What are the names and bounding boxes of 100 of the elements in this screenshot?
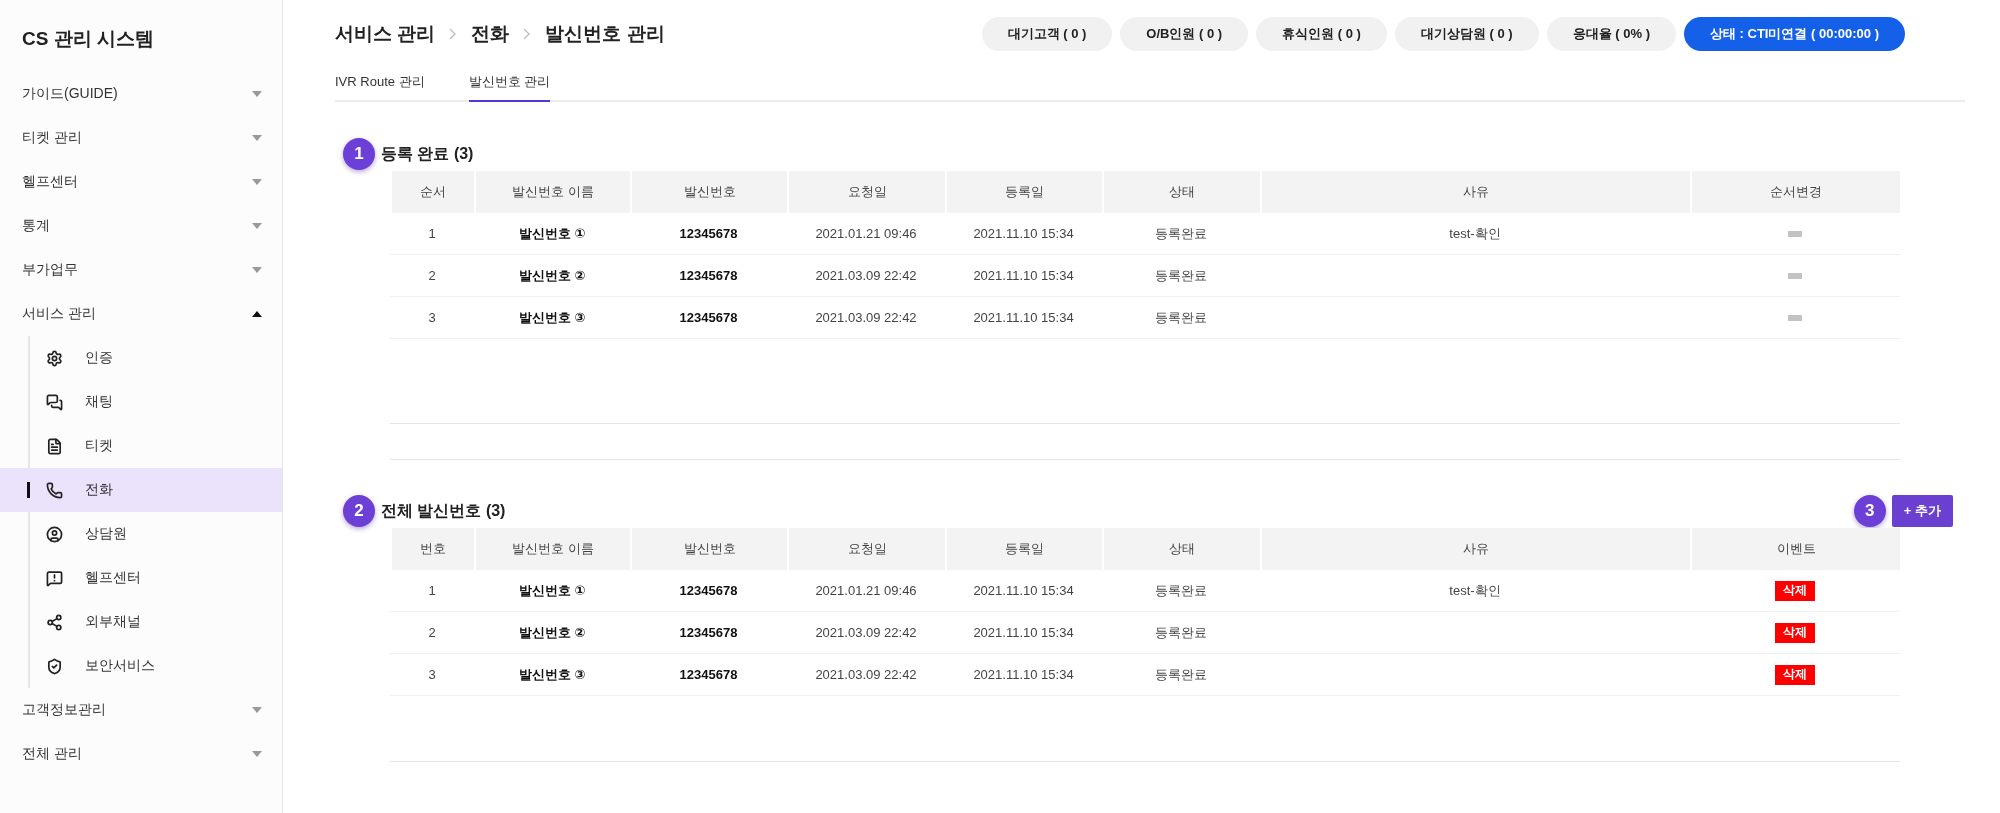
caret-down-icon [252,267,262,273]
number-cell: 12345678 [679,268,738,283]
drag-handle-icon[interactable] [1788,314,1802,321]
order-cell: 3 [428,667,436,682]
column-header: 요청일 [787,171,945,213]
section-title: 전체 발신번호 (3) [381,500,506,521]
drag-handle-icon[interactable] [1788,272,1802,279]
order-cell: 3 [428,310,436,325]
status-cell: 등록완료 [1155,665,1207,684]
number-cell: 12345678 [679,667,738,682]
step-number: 2 [343,495,375,527]
delete-button[interactable]: 삭제 [1775,580,1815,601]
register-date-cell: 2021.11.10 15:34 [973,310,1074,325]
step-number: 3 [1853,495,1886,527]
stat-pill: O/B인원 ( 0 ) [1120,17,1249,51]
delete-button[interactable]: 삭제 [1775,622,1815,643]
request-date-cell: 2021.01.21 09:46 [815,583,917,598]
chat-bubbles-icon [46,393,63,411]
number-cell: 12345678 [679,310,738,325]
chevron-right-icon [449,28,458,40]
status-cell: 등록완료 [1155,581,1207,600]
column-header: 순서변경 [1690,171,1900,213]
name-cell: 발신번호 ③ [518,308,586,327]
name-cell: 발신번호 ② [518,623,586,642]
chevron-right-icon [523,28,532,40]
status-cell: 등록완료 [1155,224,1207,243]
step-number: 1 [343,138,375,170]
status-cell: 등록완료 [1155,266,1207,285]
register-date-cell: 2021.11.10 15:34 [973,583,1074,598]
breadcrumb-item: 발신번호 관리 [545,22,665,46]
name-cell: 발신번호 ② [518,266,586,285]
column-header: 발신번호 [630,171,787,213]
order-cell: 1 [428,226,436,241]
request-date-cell: 2021.01.21 09:46 [815,226,917,241]
caret-down-icon [252,91,262,97]
breadcrumb-item: 전화 [471,22,510,46]
stat-pill: 대기상담원 ( 0 ) [1394,17,1539,51]
name-cell: 발신번호 ① [518,581,586,600]
tab[interactable]: 발신번호 관리 [468,61,551,102]
sidebar-item[interactable]: 가이드(GUIDE) [0,72,282,116]
column-header: 번호 [390,528,474,570]
caret-down-icon [252,223,262,229]
shield-icon [46,657,63,675]
delete-button[interactable]: 삭제 [1775,664,1815,685]
document-icon [46,437,63,455]
order-cell: 1 [428,583,436,598]
order-cell: 2 [428,268,436,283]
number-cell: 12345678 [679,226,738,241]
section-title: 등록 완료 (3) [381,143,474,164]
register-date-cell: 2021.11.10 15:34 [973,667,1074,682]
caret-down-icon [252,179,262,185]
column-header: 등록일 [945,171,1102,213]
register-date-cell: 2021.11.10 15:34 [973,268,1074,283]
sidebar-item[interactable]: 통계 [0,204,282,248]
sidebar-item[interactable]: 서비스 관리 [0,292,282,336]
tab[interactable]: IVR Route 관리 [335,61,425,102]
sidebar-subitem[interactable]: 채팅 [0,380,282,424]
sidebar-subitem[interactable]: 전화 [0,468,282,512]
breadcrumb-item: 서비스 관리 [335,22,436,46]
sidebar-item[interactable]: 전체 관리 [0,732,282,776]
reason-cell: test-확인 [1449,581,1501,600]
sidebar-subitem[interactable]: 헬프센터 [0,556,282,600]
stat-pill: 응대율 ( 0% ) [1546,17,1676,51]
sidebar-item[interactable]: 고객정보관리 [0,688,282,732]
add-button[interactable]: + 추가 [1891,495,1953,527]
column-header: 사유 [1260,528,1690,570]
column-header: 발신번호 이름 [474,528,630,570]
register-date-cell: 2021.11.10 15:34 [973,625,1074,640]
register-date-cell: 2021.11.10 15:34 [973,226,1074,241]
stat-pill: 대기고객 ( 0 ) [981,17,1113,51]
number-cell: 12345678 [679,625,738,640]
phone-icon [46,481,63,499]
stat-pill: 휴식인원 ( 0 ) [1256,17,1387,51]
sidebar-subitem[interactable]: 티켓 [0,424,282,468]
caret-down-icon [252,707,262,713]
sidebar-item[interactable]: 부가업무 [0,248,282,292]
sidebar-subitem[interactable]: 보안서비스 [0,644,282,688]
sidebar-item[interactable]: 티켓 관리 [0,116,282,160]
status-cell: 등록완료 [1155,308,1207,327]
request-date-cell: 2021.03.09 22:42 [815,310,917,325]
sidebar-subitem[interactable]: 상담원 [0,512,282,556]
status-badge: 상태 : CTI미연결 ( 00:00:00 ) [1683,17,1905,51]
app-title: CS 관리 시스템 [21,27,155,51]
column-header: 상태 [1102,171,1260,213]
request-date-cell: 2021.03.09 22:42 [815,625,917,640]
gear-icon [46,349,63,367]
request-date-cell: 2021.03.09 22:42 [815,268,917,283]
column-header: 사유 [1260,171,1690,213]
sidebar-subitem[interactable]: 인증 [0,336,282,380]
number-cell: 12345678 [679,583,738,598]
sidebar-subitem[interactable]: 외부채널 [0,600,282,644]
share-icon [46,613,63,631]
caret-up-icon [252,311,262,317]
column-header: 발신번호 이름 [474,171,630,213]
drag-handle-icon[interactable] [1788,230,1802,237]
status-cell: 등록완료 [1155,623,1207,642]
order-cell: 2 [428,625,436,640]
column-header: 상태 [1102,528,1260,570]
column-header: 이벤트 [1690,528,1900,570]
sidebar-item[interactable]: 헬프센터 [0,160,282,204]
